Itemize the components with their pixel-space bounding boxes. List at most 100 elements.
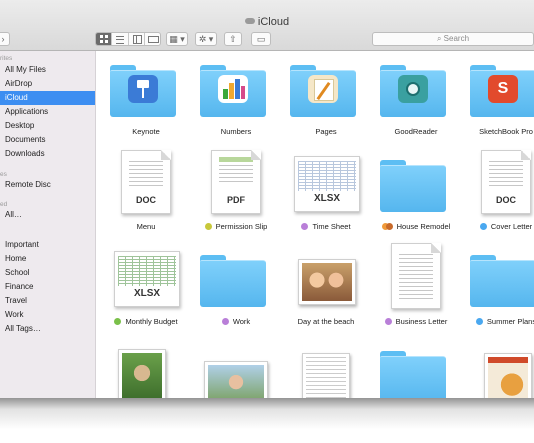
window-shadow xyxy=(0,398,534,443)
goodreader-app-icon xyxy=(398,75,428,103)
photo-thumbnail xyxy=(298,259,356,305)
file-label: GoodReader xyxy=(394,127,438,136)
sidebar-tag-important[interactable]: Important xyxy=(0,238,95,252)
doc-icon: DOC xyxy=(121,150,171,214)
pdf-icon: PDF xyxy=(211,150,261,214)
file-label: Menu xyxy=(136,222,156,231)
file-label: Numbers xyxy=(220,127,252,136)
file-label: SketchBook Pro xyxy=(479,127,533,136)
file-item-sketchbook-pro[interactable]: S SketchBook Pro xyxy=(456,51,534,141)
file-label-text: Business Letter xyxy=(395,317,448,326)
coverflow-view-button[interactable] xyxy=(145,33,160,45)
sidebar-item-all-my-files[interactable]: All My Files xyxy=(0,63,95,77)
column-view-button[interactable] xyxy=(129,33,145,45)
view-switcher[interactable] xyxy=(95,32,161,46)
sidebar-tag-work[interactable]: Work xyxy=(0,308,95,322)
file-item-goodreader[interactable]: GoodReader xyxy=(366,51,466,141)
file-type-label: DOC xyxy=(496,195,516,205)
file-item-monthly-budget[interactable]: XLSX Monthly Budget xyxy=(96,241,196,331)
sidebar-item-desktop[interactable]: Desktop xyxy=(0,119,95,133)
sidebar-tag-school[interactable]: School xyxy=(0,266,95,280)
finder-window: iCloud › ▦ ▾ ✲ ▾ ⇧ ▭ ⌕ Search rites All … xyxy=(0,0,534,398)
tags-button[interactable]: ▭ xyxy=(251,32,271,46)
numbers-app-icon xyxy=(218,75,248,103)
file-label-text: House Remodel xyxy=(396,222,451,231)
folder-icon[interactable] xyxy=(380,351,446,398)
file-item-house-remodel[interactable]: House Remodel xyxy=(366,146,466,236)
file-label: Business Letter xyxy=(366,317,466,326)
file-label-text: Work xyxy=(232,317,251,326)
folder-icon: S xyxy=(470,65,534,117)
columns-icon xyxy=(132,35,142,44)
file-item-cover-letter[interactable]: DOC Cover Letter xyxy=(456,146,534,236)
file-type-label: XLSX xyxy=(313,193,341,204)
folder-icon xyxy=(110,65,176,117)
folder-icon xyxy=(200,65,266,117)
sidebar-item-remote-disc[interactable]: Remote Disc xyxy=(0,178,95,192)
sidebar-tag-all-tags[interactable]: All Tags… xyxy=(0,322,95,336)
file-item-permission-slip[interactable]: PDF Permission Slip xyxy=(186,146,286,236)
sidebar-tag-finance[interactable]: Finance xyxy=(0,280,95,294)
tag-dot xyxy=(385,223,393,230)
share-button[interactable]: ⇧ xyxy=(224,32,242,46)
grid-icon xyxy=(100,35,108,43)
action-button[interactable]: ✲ ▾ xyxy=(195,32,217,46)
file-item-time-sheet[interactable]: XLSX Time Sheet xyxy=(276,146,376,236)
arrange-button[interactable]: ▦ ▾ xyxy=(166,32,188,46)
icon-view-button[interactable] xyxy=(96,33,113,45)
file-label: Day at the beach xyxy=(297,317,355,326)
tag-dot xyxy=(221,318,229,325)
toolbar: iCloud › ▦ ▾ ✲ ▾ ⇧ ▭ ⌕ Search xyxy=(0,0,534,51)
tag-dot xyxy=(301,223,309,230)
forward-button[interactable]: › xyxy=(0,32,10,46)
doc-icon xyxy=(391,243,441,309)
photo-thumbnail[interactable] xyxy=(204,361,268,398)
sidebar-item-airdrop[interactable]: AirDrop xyxy=(0,77,95,91)
file-label-text: Cover Letter xyxy=(490,222,533,231)
coverflow-icon xyxy=(147,36,159,43)
file-item-pages[interactable]: Pages xyxy=(276,51,376,141)
tag-dot xyxy=(114,318,122,325)
file-type-label: XLSX xyxy=(133,288,161,299)
tag-dot xyxy=(204,223,212,230)
sidebar-tag-home[interactable]: Home xyxy=(0,252,95,266)
sidebar-item-downloads[interactable]: Downloads xyxy=(0,147,95,161)
tag-dot xyxy=(475,318,483,325)
file-item-keynote[interactable]: Keynote xyxy=(96,51,196,141)
sidebar-item-shared-all[interactable]: All… xyxy=(0,208,95,222)
file-item-summer-plans[interactable]: Summer Plans xyxy=(456,241,534,331)
spreadsheet-icon: XLSX xyxy=(294,156,360,212)
keynote-app-icon xyxy=(128,75,158,103)
folder-icon xyxy=(200,255,266,307)
file-label: Pages xyxy=(315,127,337,136)
file-label-text: Monthly Budget xyxy=(125,317,178,326)
doc-thumbnail[interactable] xyxy=(302,353,350,398)
file-label: Cover Letter xyxy=(456,222,534,231)
search-placeholder: Search xyxy=(443,34,470,43)
photo-thumbnail[interactable] xyxy=(118,349,166,398)
folder-icon xyxy=(380,160,446,212)
file-label: House Remodel xyxy=(366,222,466,231)
file-label-text: Time Sheet xyxy=(312,222,351,231)
sidebar-heading-favorites: rites xyxy=(0,55,13,62)
file-label-text: Permission Slip xyxy=(215,222,268,231)
list-view-button[interactable] xyxy=(112,33,129,45)
tag-dot xyxy=(384,318,392,325)
sidebar-tag-travel[interactable]: Travel xyxy=(0,294,95,308)
file-label-text: Summer Plans xyxy=(486,317,534,326)
file-item-work[interactable]: Work xyxy=(186,241,286,331)
sidebar: rites All My Files AirDrop iCloud Applic… xyxy=(0,51,96,398)
file-item-business-letter[interactable]: Business Letter xyxy=(366,241,466,331)
pages-app-icon xyxy=(308,75,338,103)
sidebar-item-icloud[interactable]: iCloud xyxy=(0,91,95,105)
search-field[interactable]: ⌕ Search xyxy=(372,32,534,46)
tag-dot xyxy=(479,223,487,230)
file-label: Summer Plans xyxy=(456,317,534,326)
sidebar-item-applications[interactable]: Applications xyxy=(0,105,95,119)
file-item-day-at-the-beach[interactable]: Day at the beach xyxy=(276,241,376,331)
file-item-numbers[interactable]: Numbers xyxy=(186,51,286,141)
spreadsheet-icon: XLSX xyxy=(114,251,180,307)
file-item-menu[interactable]: DOC Menu xyxy=(96,146,196,236)
magazine-thumbnail[interactable] xyxy=(484,353,532,398)
sidebar-item-documents[interactable]: Documents xyxy=(0,133,95,147)
